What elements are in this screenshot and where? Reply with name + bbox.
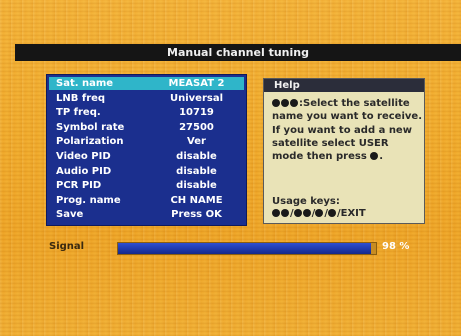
signal-value: 98 % — [382, 241, 410, 252]
usage-keys-label: Usage keys: — [272, 196, 340, 207]
setting-label: Video PID — [56, 151, 111, 162]
setting-value: MEASAT 2 — [168, 78, 225, 89]
help-line: If you want to add a new — [272, 124, 412, 136]
setting-value: Ver — [187, 136, 206, 148]
setting-value: Universal — [169, 92, 224, 104]
signal-bar-fill — [118, 243, 371, 254]
settings-panel: Sat. name MEASAT 2 LNB freq Universal TP… — [46, 74, 247, 226]
setting-value: disable — [176, 151, 217, 162]
ok-key-icon — [290, 99, 298, 107]
right-key-icon — [281, 209, 289, 217]
settings-row-pcr-pid[interactable]: PCR PID disable — [49, 179, 244, 192]
page-title: Manual channel tuning — [15, 44, 461, 61]
setting-value: 10719 — [179, 107, 214, 119]
up-key-icon — [293, 209, 302, 217]
left-key-icon — [272, 99, 280, 107]
ok-key-icon — [370, 152, 379, 161]
signal-bar — [117, 242, 377, 255]
setting-value: disable — [176, 180, 217, 192]
settings-row-prog-name[interactable]: Prog. name CH NAME — [49, 194, 244, 207]
help-text: :Select the satellite name you want to r… — [272, 97, 422, 163]
setting-value: disable — [176, 165, 217, 177]
help-title: Help — [264, 79, 424, 92]
help-line: name you want to receive. — [272, 111, 422, 123]
setting-value: Press OK — [171, 209, 222, 221]
settings-row-sat-name[interactable]: Sat. name MEASAT 2 — [49, 77, 244, 90]
menu-key-icon — [315, 209, 324, 217]
settings-row-tp-freq[interactable]: TP freq. 10719 — [49, 106, 244, 119]
help-line: mode then press . — [272, 151, 384, 163]
help-line: :Select the satellite — [272, 97, 422, 110]
down-key-icon — [302, 209, 311, 217]
setting-label: Save — [56, 209, 84, 221]
setting-label: TP freq. — [56, 107, 101, 119]
settings-row-polarization[interactable]: Polarization Ver — [49, 135, 244, 148]
setting-label: LNB freq — [56, 92, 106, 104]
help-line: satellite select USER — [272, 137, 389, 149]
setting-label: Prog. name — [56, 194, 121, 206]
help-panel: Help :Select the satellite name you want… — [263, 78, 425, 224]
setting-label: Polarization — [56, 136, 124, 148]
settings-row-symbol-rate[interactable]: Symbol rate 27500 — [49, 121, 244, 134]
setting-label: Symbol rate — [56, 121, 125, 133]
left-key-icon — [272, 209, 280, 217]
usage-keys: / / //EXIT — [272, 208, 366, 219]
signal-label: Signal — [49, 241, 85, 252]
setting-label: Sat. name — [56, 78, 114, 89]
ok-key-icon — [327, 209, 336, 217]
settings-row-save[interactable]: Save Press OK — [49, 208, 244, 221]
setting-label: Audio PID — [56, 165, 112, 177]
setting-value: 27500 — [179, 121, 214, 133]
setting-value: CH NAME — [170, 194, 223, 206]
right-key-icon — [281, 99, 289, 107]
settings-row-audio-pid[interactable]: Audio PID disable — [49, 165, 244, 178]
settings-row-lnb-freq[interactable]: LNB freq Universal — [49, 92, 244, 105]
setting-label: PCR PID — [56, 180, 102, 192]
settings-row-video-pid[interactable]: Video PID disable — [49, 150, 244, 163]
